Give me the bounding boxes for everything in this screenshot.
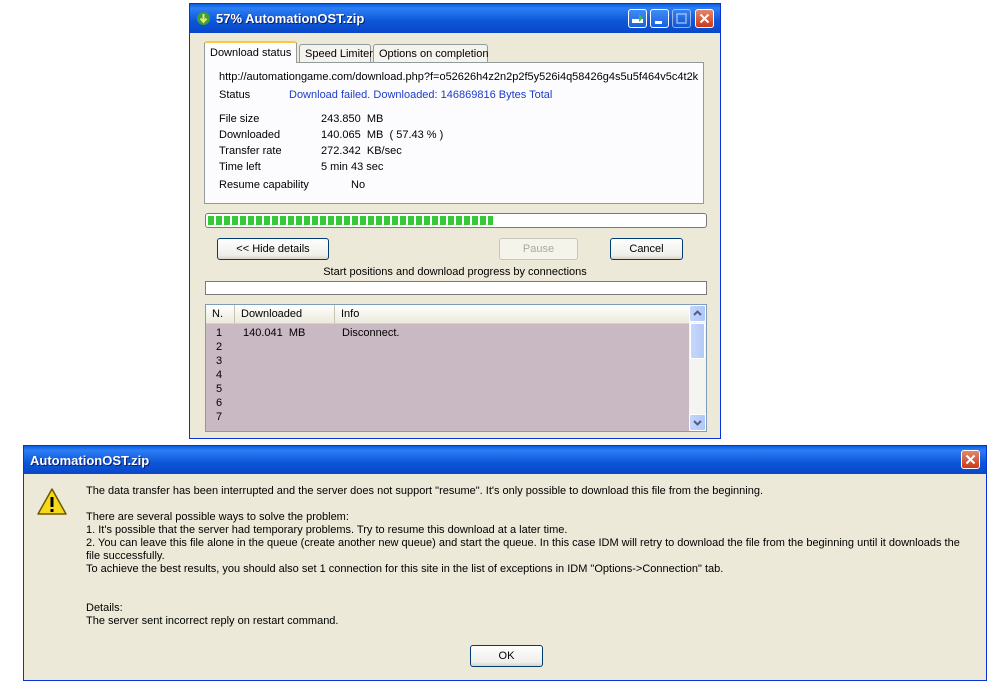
error-message-intro: There are several possible ways to solve… xyxy=(86,511,349,523)
resume-capability-value: No xyxy=(351,179,366,191)
maximize-button xyxy=(672,9,691,28)
row-n: 3 xyxy=(216,355,223,367)
close-icon xyxy=(699,13,710,24)
download-progress-bar xyxy=(205,213,707,228)
status-label: Status xyxy=(219,89,251,101)
table-row[interactable]: 1 140.041 MB Disconnect. xyxy=(206,326,690,340)
file-size-label: File size xyxy=(219,113,260,125)
downloaded-label: Downloaded xyxy=(219,129,281,141)
connections-vertical-scrollbar[interactable] xyxy=(689,305,706,431)
resume-capability-label: Resume capability xyxy=(219,179,309,191)
column-header-info[interactable]: Info xyxy=(335,305,690,323)
transfer-rate-label: Transfer rate xyxy=(219,145,282,157)
row-n: 4 xyxy=(216,369,223,381)
table-row[interactable]: 2 xyxy=(206,340,690,354)
warning-icon xyxy=(37,488,67,515)
download-status-panel: http://automationgame.com/download.php?f… xyxy=(204,62,704,204)
error-details-label: Details: xyxy=(86,602,123,614)
row-n: 7 xyxy=(216,411,223,423)
connections-table-header: N. Downloaded Info xyxy=(206,305,690,324)
table-row[interactable]: 6 xyxy=(206,396,690,410)
ok-button[interactable]: OK xyxy=(470,645,543,667)
error-details-text: The server sent incorrect reply on resta… xyxy=(86,615,339,627)
row-n: 5 xyxy=(216,383,223,395)
error-dialog-title: AutomationOST.zip xyxy=(30,453,150,468)
idm-app-icon xyxy=(197,12,210,25)
download-url: http://automationgame.com/download.php?f… xyxy=(219,71,699,83)
column-header-n[interactable]: N. xyxy=(206,305,235,323)
cancel-button[interactable]: Cancel xyxy=(610,238,683,260)
transfer-rate-value: 272.342 KB/sec xyxy=(321,145,402,157)
scroll-thumb[interactable] xyxy=(690,323,705,359)
chevron-down-icon xyxy=(693,420,702,426)
connections-caption: Start positions and download progress by… xyxy=(323,266,587,278)
download-window-title: 57% AutomationOST.zip xyxy=(216,11,365,26)
downloaded-value: 140.065 MB ( 57.43 % ) xyxy=(321,129,444,141)
error-message-recommendation: To achieve the best results, you should … xyxy=(86,563,724,575)
table-row[interactable]: 7 xyxy=(206,410,690,424)
error-message-option-1: 1. It's possible that the server had tem… xyxy=(86,524,568,536)
connections-progress-bar xyxy=(205,281,707,295)
scroll-down-button[interactable] xyxy=(689,414,706,431)
close-button[interactable] xyxy=(695,9,714,28)
row-n: 6 xyxy=(216,397,223,409)
row-n: 1 xyxy=(216,327,223,339)
row-n: 2 xyxy=(216,341,223,353)
transfer-rate-row: Transfer rate 272.342 KB/sec xyxy=(219,145,402,157)
download-progress-fill xyxy=(208,216,493,225)
download-window-titlebar[interactable]: 57% AutomationOST.zip xyxy=(190,4,720,33)
tab-download-status[interactable]: Download status xyxy=(204,41,297,63)
file-size-row: File size 243.850 MB xyxy=(219,113,383,125)
maximize-icon xyxy=(676,13,687,24)
connections-table[interactable]: N. Downloaded Info 1 140.041 MB Disconnect… xyxy=(205,304,707,432)
status-value: Download failed. Downloaded: 146869816 B… xyxy=(289,89,553,101)
download-arrow-icon xyxy=(632,14,643,23)
error-message-option-2: 2. You can leave this file alone in the … xyxy=(86,537,960,562)
time-left-value: 5 min 43 sec xyxy=(321,161,384,173)
tab-speed-limiter[interactable]: Speed Limiter xyxy=(299,44,373,62)
resume-capability-row: Resume capability No xyxy=(219,179,365,191)
close-icon xyxy=(965,454,976,465)
idm-special-icon-button[interactable] xyxy=(628,9,647,28)
chevron-up-icon xyxy=(693,310,702,316)
pause-button: Pause xyxy=(499,238,578,260)
table-row[interactable]: 4 xyxy=(206,368,690,382)
download-window: 57% AutomationOST.zip Download status Sp… xyxy=(189,3,721,439)
downloaded-row: Downloaded 140.065 MB ( 57.43 % ) xyxy=(219,129,443,141)
tab-options-on-completion[interactable]: Options on completion xyxy=(373,44,488,62)
error-dialog: AutomationOST.zip The data transfer has … xyxy=(23,445,987,681)
minimize-icon xyxy=(655,21,662,24)
table-row[interactable]: 3 xyxy=(206,354,690,368)
error-dialog-titlebar[interactable]: AutomationOST.zip xyxy=(24,446,986,474)
file-size-value: 243.850 MB xyxy=(321,113,384,125)
column-header-downloaded[interactable]: Downloaded xyxy=(235,305,335,323)
table-row[interactable]: 5 xyxy=(206,382,690,396)
row-downloaded: 140.041 MB xyxy=(243,327,306,339)
error-close-button[interactable] xyxy=(961,450,980,469)
hide-details-button[interactable]: << Hide details xyxy=(217,238,329,260)
scroll-up-button[interactable] xyxy=(689,305,706,322)
row-info: Disconnect. xyxy=(342,327,400,339)
minimize-button[interactable] xyxy=(650,9,669,28)
time-left-label: Time left xyxy=(219,161,261,173)
time-left-row: Time left 5 min 43 sec xyxy=(219,161,383,173)
error-message-main: The data transfer has been interrupted a… xyxy=(86,485,764,497)
